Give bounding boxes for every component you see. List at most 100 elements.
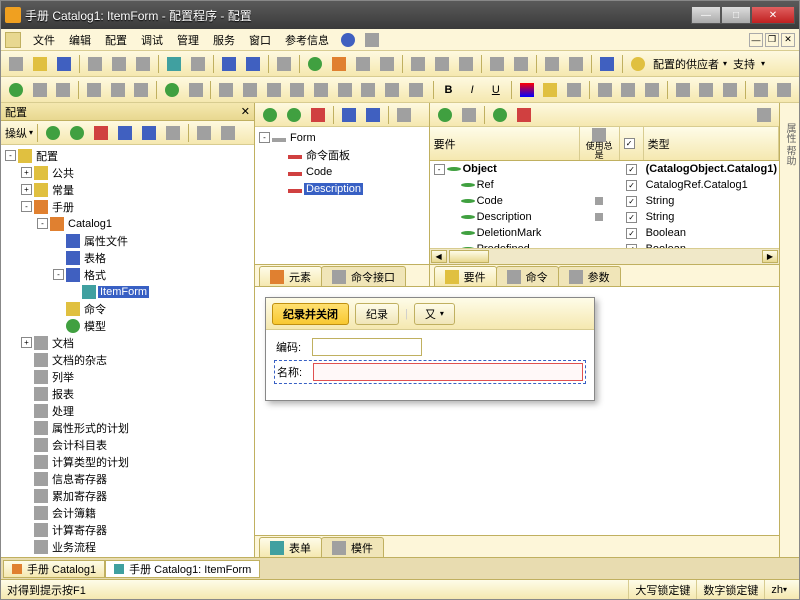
el-down[interactable] [362, 104, 384, 126]
find-button[interactable] [187, 53, 209, 75]
bold-button[interactable]: B [438, 79, 460, 101]
tree-node[interactable]: -格式 [1, 266, 254, 283]
tab-module[interactable]: 模件 [321, 537, 384, 557]
attr-grid[interactable]: -Object✓(CatalogObject.Catalog1)Ref✓Cata… [430, 161, 779, 248]
status-lang[interactable]: zh ▾ [764, 580, 793, 599]
color-button[interactable] [516, 79, 538, 101]
copy-button[interactable] [108, 53, 130, 75]
element-node[interactable]: Code [255, 163, 429, 180]
extra-r2[interactable] [695, 79, 717, 101]
actions-label[interactable]: 操纵 [5, 125, 27, 141]
mdi-minimize-button[interactable]: — [749, 33, 763, 47]
attr-scrollbar[interactable]: ◀ ▶ [430, 248, 779, 264]
support-label[interactable]: 支持 [729, 56, 759, 72]
maximize-button[interactable]: □ [721, 6, 751, 24]
tb2-cut[interactable] [83, 79, 105, 101]
tab-params[interactable]: 参数 [558, 266, 621, 286]
tree-node[interactable]: 表格 [1, 249, 254, 266]
tree-node[interactable]: 报表 [1, 385, 254, 402]
code-input[interactable] [312, 338, 422, 356]
record-button[interactable]: 纪录 [355, 303, 399, 325]
step-button[interactable] [376, 53, 398, 75]
extra6-button[interactable] [541, 53, 563, 75]
ct-filter[interactable] [193, 122, 215, 144]
minimize-button[interactable]: — [691, 6, 721, 24]
extra3-button[interactable] [455, 53, 477, 75]
menu-2[interactable]: 配置 [99, 30, 133, 50]
tree-node[interactable]: -Catalog1 [1, 215, 254, 232]
ct-edit[interactable] [66, 122, 88, 144]
underline-button[interactable]: U [485, 79, 507, 101]
tree-node[interactable]: +公共 [1, 164, 254, 181]
tb2-6[interactable] [215, 79, 237, 101]
at-extra[interactable] [753, 104, 775, 126]
menu-4[interactable]: 管理 [171, 30, 205, 50]
save-button[interactable] [53, 53, 75, 75]
ct-down[interactable] [138, 122, 160, 144]
undo-button[interactable] [218, 53, 240, 75]
el-add[interactable] [259, 104, 281, 126]
tb2-paste[interactable] [130, 79, 152, 101]
tree-node[interactable]: -配置 [1, 147, 254, 164]
menu-1[interactable]: 编辑 [63, 30, 97, 50]
cut-button[interactable] [84, 53, 106, 75]
close-button[interactable]: ✕ [751, 6, 795, 24]
extra8-button[interactable] [596, 53, 618, 75]
tb2-copy[interactable] [107, 79, 129, 101]
attr-row[interactable]: Ref✓CatalogRef.Catalog1 [430, 177, 779, 193]
extra-r5[interactable] [774, 79, 796, 101]
tab-commands[interactable]: 命令 [496, 266, 559, 286]
tree-node[interactable]: -手册 [1, 198, 254, 215]
col-type[interactable]: 类型 [644, 127, 779, 160]
scroll-left-icon[interactable]: ◀ [431, 250, 447, 263]
tree-node[interactable]: 累加寄存器 [1, 487, 254, 504]
tb2-11[interactable] [334, 79, 356, 101]
align-left-button[interactable] [594, 79, 616, 101]
el-up[interactable] [338, 104, 360, 126]
tab-cmd-interface[interactable]: 命令接口 [321, 266, 406, 286]
doctab-itemform[interactable]: 手册 Catalog1: ItemForm [105, 560, 260, 578]
el-edit[interactable] [283, 104, 305, 126]
ct-del[interactable] [90, 122, 112, 144]
form-preview[interactable]: 纪录并关闭 纪录 | 又 ▾ 编码: 名称: [265, 297, 595, 401]
bgcolor-button[interactable] [539, 79, 561, 101]
tab-form[interactable]: 表单 [259, 537, 322, 557]
extra-r1[interactable] [672, 79, 694, 101]
run-button[interactable] [304, 53, 326, 75]
tb2-14[interactable] [405, 79, 427, 101]
at-edit[interactable] [489, 104, 511, 126]
tree-node[interactable]: ItemForm [1, 283, 254, 300]
menu-5[interactable]: 服务 [207, 30, 241, 50]
italic-button[interactable]: I [461, 79, 483, 101]
tb2-10[interactable] [310, 79, 332, 101]
menu-3[interactable]: 调试 [135, 30, 169, 50]
tb2-12[interactable] [358, 79, 380, 101]
help-icon[interactable] [337, 29, 359, 51]
at-add[interactable] [434, 104, 456, 126]
tree-node[interactable]: 属性文件 [1, 232, 254, 249]
tree-node[interactable]: 信息寄存器 [1, 470, 254, 487]
name-input[interactable] [313, 363, 583, 381]
el-extra[interactable] [393, 104, 415, 126]
extra-r3[interactable] [719, 79, 741, 101]
tb2-7[interactable] [239, 79, 261, 101]
panel-close-icon[interactable]: ✕ [241, 105, 250, 118]
save-close-button[interactable]: 纪录并关闭 [272, 303, 349, 325]
tree-node[interactable]: 模型 [1, 317, 254, 334]
tb2-2[interactable] [29, 79, 51, 101]
tab-elements[interactable]: 元素 [259, 266, 322, 286]
code-field-row[interactable]: 编码: [276, 338, 584, 356]
tree-node[interactable]: 列举 [1, 368, 254, 385]
config-tree[interactable]: -配置+公共+常量-手册-Catalog1属性文件表格-格式ItemForm命令… [1, 145, 254, 557]
extra7-button[interactable] [565, 53, 587, 75]
attr-row[interactable]: Predefined✓Boolean [430, 241, 779, 248]
extra4-button[interactable] [486, 53, 508, 75]
redo-button[interactable] [242, 53, 264, 75]
doctab-catalog[interactable]: 手册 Catalog1 [3, 560, 105, 578]
tree-node[interactable]: 会计科目表 [1, 436, 254, 453]
extra-r4[interactable] [750, 79, 772, 101]
col-use[interactable]: 使用总是 [580, 127, 620, 160]
attr-row[interactable]: Code✓String [430, 193, 779, 209]
menu-7[interactable]: 参考信息 [279, 30, 335, 50]
tb2-5[interactable] [185, 79, 207, 101]
